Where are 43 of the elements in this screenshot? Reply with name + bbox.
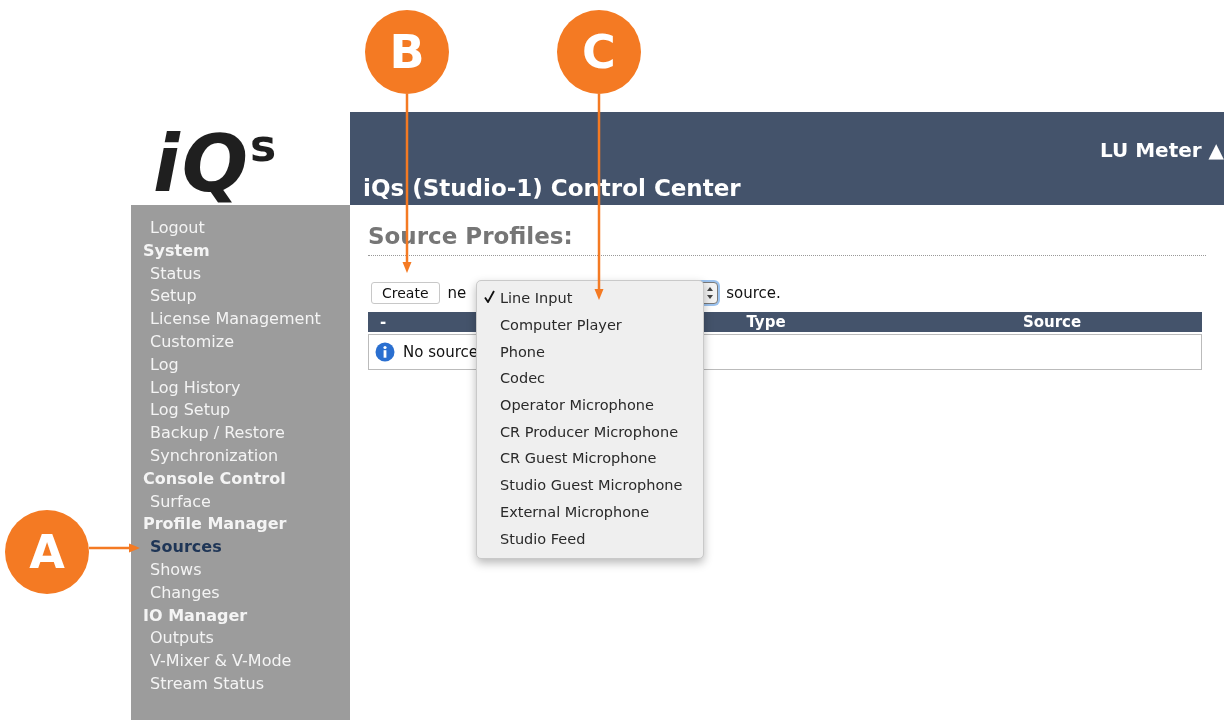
sentence-text: source. [726,284,781,302]
dropdown-option[interactable]: Operator Microphone [477,391,703,419]
dropdown-option[interactable]: Computer Player [477,311,703,339]
dropdown-option[interactable]: Codec [477,365,703,392]
sidebar-heading: IO Manager [143,604,248,627]
sidebar-link[interactable]: Shows [143,558,202,582]
dropdown-option[interactable]: External Microphone [477,498,703,526]
sidebar-link[interactable]: Sources [143,536,222,559]
sidebar-link[interactable]: License Management [143,308,321,331]
sentence-text: ne [447,284,467,302]
sidebar-link[interactable]: Backup / Restore [143,422,285,445]
dropdown-option[interactable]: Studio Guest Microphone [477,471,703,499]
sidebar-link[interactable]: Log Setup [143,399,231,423]
sidebar-link[interactable]: Log [143,353,179,377]
logo: iQ$^{s}$ [153,124,279,203]
sidebar-heading: Console Control [143,467,286,490]
sidebar-link[interactable]: V-Mixer & V-Mode [143,650,292,673]
dropdown-option[interactable]: CR Producer Microphone [477,418,703,446]
dropdown-option[interactable]: CR Guest Microphone [477,445,703,472]
sidebar-link[interactable]: Synchronization [143,444,279,468]
sidebar-link[interactable]: Customize [143,331,234,354]
create-button[interactable]: Create [371,282,440,304]
dropdown-option[interactable]: Studio Feed [477,525,703,552]
dropdown-option[interactable]: Line Input [477,285,703,312]
sidebar-link[interactable]: Outputs [143,627,214,651]
callout-badge: C [557,10,641,94]
sidebar-link[interactable]: Changes [143,581,220,605]
sidebar-link[interactable]: Log History [143,376,241,400]
callout-badge: B [365,10,449,94]
sidebar-heading: System [143,239,210,262]
column-header: - [380,313,387,331]
sidebar-link[interactable]: Status [143,262,201,286]
sidebar-heading: Profile Manager [143,513,287,536]
sidebar-link[interactable]: Setup [143,285,197,309]
column-header: Source [1022,313,1082,331]
sidebar-link[interactable]: Stream Status [143,672,264,696]
dropdown-option[interactable]: Phone [477,338,703,366]
sidebar-link[interactable]: Logout [143,217,205,240]
lu-meter-toggle[interactable]: LU Meter ▲ [1099,138,1224,162]
sidebar-link[interactable]: Surface [143,490,211,514]
column-header: Type [746,313,786,331]
callout-badge: A [5,510,89,594]
empty-message: No source [403,343,478,361]
